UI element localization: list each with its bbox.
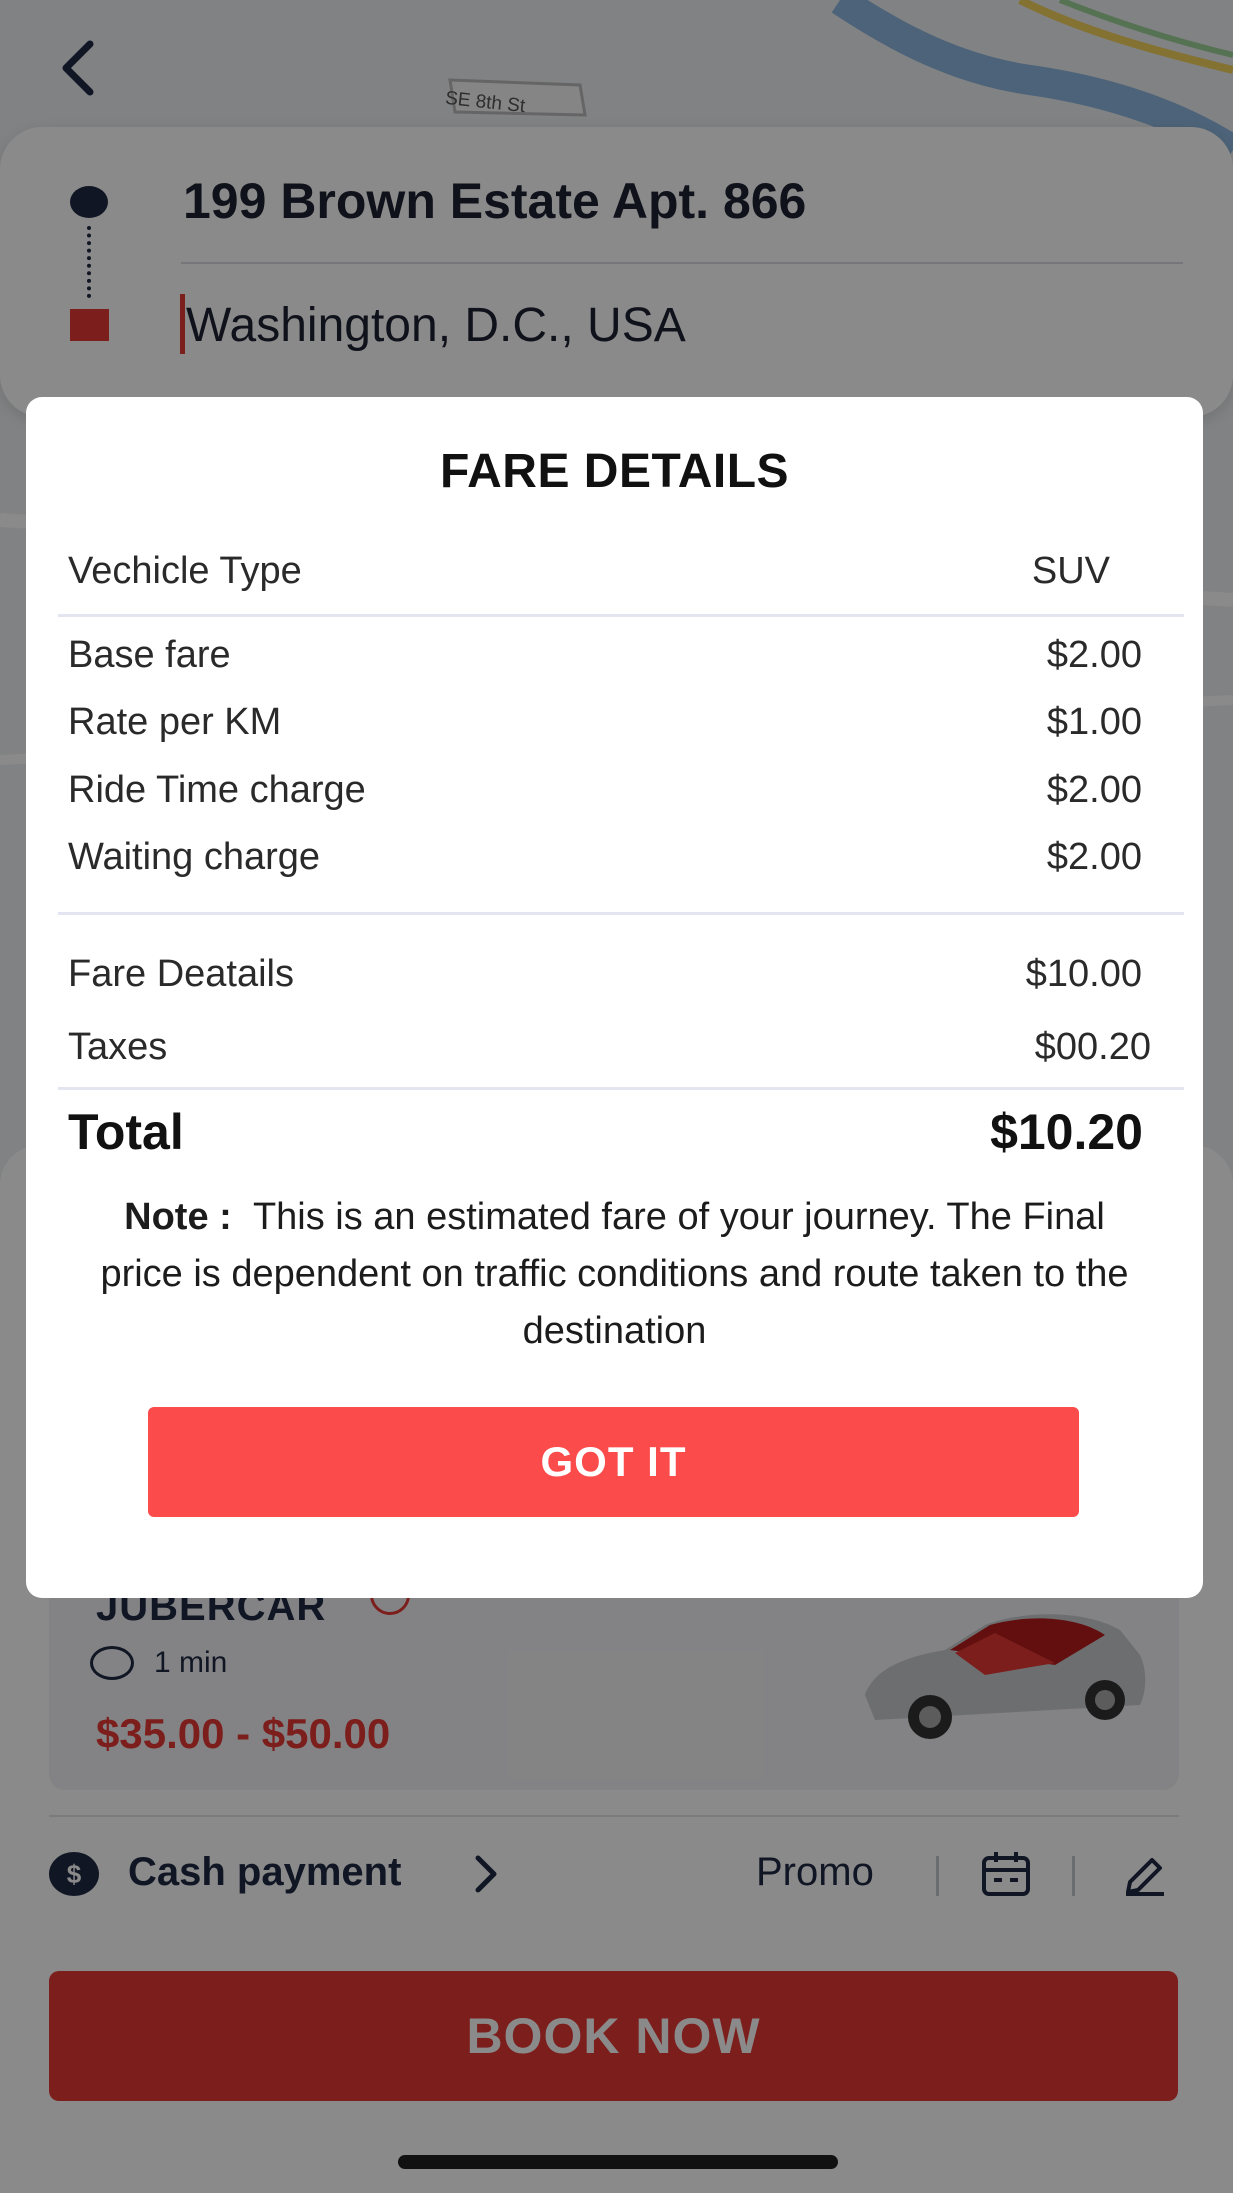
divider: [58, 912, 1184, 915]
fare-details-value: $10.00: [1025, 953, 1142, 995]
taxes-value: $00.20: [1034, 1026, 1151, 1068]
fare-note: Note : This is an estimated fare of your…: [96, 1189, 1133, 1360]
divider: [58, 1087, 1184, 1090]
charge-label: Rate per KM: [68, 701, 282, 743]
vehicle-type-label: Vechicle Type: [68, 550, 302, 592]
taxes-label: Taxes: [68, 1026, 168, 1068]
charge-value: $2.00: [1046, 769, 1142, 811]
home-indicator: [398, 2155, 838, 2169]
note-label: Note :: [124, 1196, 232, 1238]
fare-details-label: Fare Deatails: [68, 953, 294, 995]
charge-value: $2.00: [1046, 836, 1142, 878]
total-label: Total: [68, 1104, 184, 1160]
charge-label: Base fare: [68, 634, 231, 676]
charge-label: Ride Time charge: [68, 769, 366, 811]
charge-value: $2.00: [1046, 634, 1142, 676]
fare-details-modal: FARE DETAILS Vechicle Type SUV Base fare…: [26, 397, 1203, 1598]
total-value: $10.20: [990, 1104, 1143, 1160]
vehicle-type-value: SUV: [1031, 550, 1110, 592]
got-it-button[interactable]: GOT IT: [148, 1407, 1079, 1517]
modal-title: FARE DETAILS: [439, 445, 790, 498]
divider: [58, 614, 1184, 617]
note-text: This is an estimated fare of your journe…: [100, 1196, 1129, 1352]
charge-label: Waiting charge: [68, 836, 321, 878]
charge-value: $1.00: [1046, 701, 1142, 743]
